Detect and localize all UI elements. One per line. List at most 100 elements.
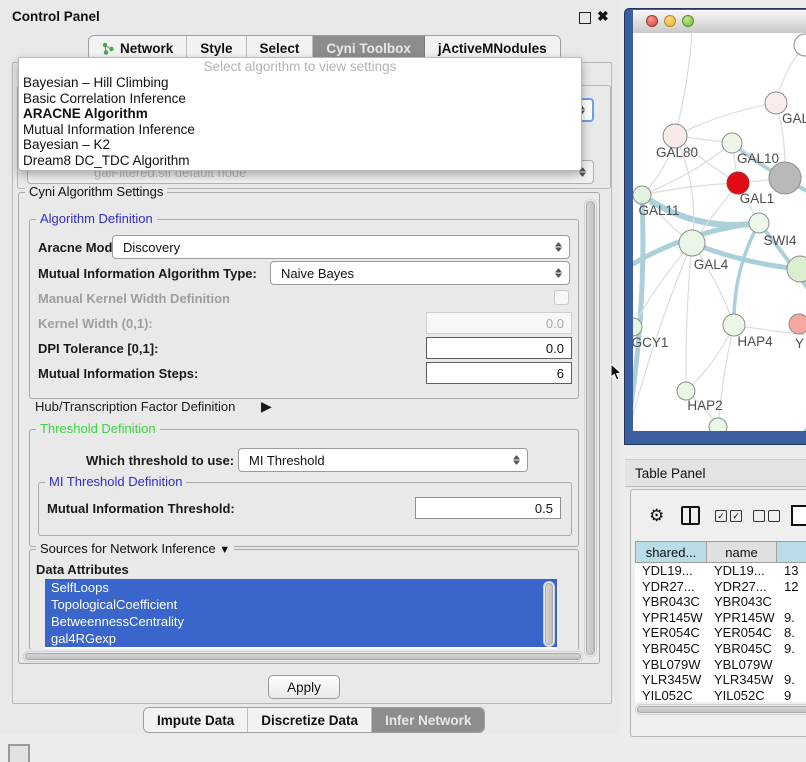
algorithm-option[interactable]: Basic Correlation Inference	[19, 91, 581, 107]
close-traffic-light[interactable]	[646, 15, 658, 27]
network-view-window: GALGAL80GAL10GAL1GAL11SWI4GAL4GCY1HAP4YH…	[624, 8, 806, 445]
manual-kernel-label: Manual Kernel Width Definition	[38, 291, 230, 306]
network-node-gal10[interactable]	[722, 133, 742, 153]
node-label: GAL1	[740, 191, 775, 206]
split-columns-icon[interactable]	[681, 506, 700, 525]
which-threshold-combobox[interactable]: MI Threshold	[238, 448, 528, 472]
dpi-tolerance-value: 0.0	[546, 341, 564, 356]
table-row[interactable]: YPR145WYPR145W9.	[635, 610, 806, 626]
dropdown-placeholder: Select algorithm to view settings	[19, 58, 581, 75]
attribute-item[interactable]: BetweennessCentrality	[45, 613, 557, 630]
mi-type-combobox[interactable]: Naive Bayes	[270, 261, 570, 285]
network-edge[interactable]	[675, 33, 693, 136]
network-window-titlebar[interactable]	[633, 10, 806, 34]
mi-type-label: Mutual Information Algorithm Type:	[38, 266, 257, 281]
network-edge[interactable]	[675, 103, 776, 136]
table-row[interactable]: YDL19...YDL19...13	[635, 563, 806, 579]
network-node-gal11[interactable]	[633, 186, 651, 204]
network-node-y[interactable]	[789, 314, 806, 334]
network-node-hap4[interactable]	[723, 314, 745, 336]
network-graph[interactable]: GALGAL80GAL10GAL1GAL11SWI4GAL4GCY1HAP4YH…	[633, 33, 806, 431]
dpi-tolerance-field[interactable]: 0.0	[426, 337, 572, 359]
table-row[interactable]: YBR045CYBR045C9.	[635, 641, 806, 657]
table-cell: 9	[777, 688, 806, 702]
network-node-swi4[interactable]	[749, 213, 769, 233]
table-cell: YBL079W	[707, 657, 777, 673]
network-edge[interactable]	[686, 243, 692, 391]
table-cell: YDL19...	[635, 563, 707, 579]
control-panel-title: Control Panel	[12, 9, 100, 24]
table-row[interactable]: YLR345WYLR345W9.	[635, 672, 806, 688]
table-column-headers[interactable]: shared...name	[635, 541, 806, 563]
network-edge[interactable]	[734, 223, 759, 325]
table-row[interactable]: YBL079WYBL079W	[635, 657, 806, 673]
mi-threshold-field[interactable]: 0.5	[415, 497, 561, 519]
table-row[interactable]: YIL052CYIL052C9	[635, 688, 806, 702]
network-node-gal4[interactable]	[679, 230, 705, 256]
algorithm-option[interactable]: Dream8 DC_TDC Algorithm	[19, 153, 581, 169]
network-canvas[interactable]: GALGAL80GAL10GAL1GAL11SWI4GAL4GCY1HAP4YH…	[633, 33, 806, 431]
apply-button[interactable]: Apply	[268, 675, 340, 699]
data-attributes-list[interactable]: SelfLoopsTopologicalCoefficientBetweenne…	[45, 579, 557, 649]
table-cell: 9.	[777, 610, 806, 626]
table-cell	[777, 594, 806, 610]
control-panel-titlebar[interactable]: Control Panel ✖	[0, 4, 620, 30]
table-panel-body: ⚙ ✓✓ shared...name YDL19...YDL19...13YDR…	[630, 489, 806, 737]
column-header[interactable]	[777, 541, 806, 563]
expand-right-icon[interactable]: ▶	[261, 398, 272, 415]
table-cell: YER054C	[707, 625, 777, 641]
settings-vertical-scrollbar[interactable]	[584, 199, 597, 657]
node-label: GAL	[782, 111, 806, 126]
network-edge[interactable]	[783, 403, 806, 431]
tab-label: Select	[260, 41, 300, 56]
table-row[interactable]: YBR043CYBR043C	[635, 594, 806, 610]
attributes-scrollbar[interactable]	[543, 581, 555, 647]
sources-title-text: Sources for Network Inference	[40, 541, 216, 556]
new-table-icon[interactable]	[791, 505, 806, 526]
column-header[interactable]: shared...	[635, 541, 707, 563]
collapse-down-icon[interactable]: ▼	[219, 544, 230, 556]
column-header[interactable]: name	[707, 541, 777, 563]
tab-label: Network	[120, 41, 173, 56]
table-horizontal-scrollbar[interactable]	[635, 704, 806, 715]
algorithm-definition-group: Algorithm Definition Aracne Mode: Discov…	[29, 219, 579, 399]
zoom-traffic-light[interactable]	[682, 15, 694, 27]
network-node[interactable]	[794, 34, 806, 56]
tab-infer-network[interactable]: Infer Network	[372, 708, 484, 732]
combo-arrows-icon	[555, 242, 562, 253]
network-node[interactable]	[709, 418, 727, 431]
manual-kernel-checkbox[interactable]	[554, 290, 569, 305]
combo-arrows-icon	[555, 268, 562, 279]
algorithm-option[interactable]: Bayesian – K2	[19, 137, 581, 153]
algorithm-option[interactable]: Mutual Information Inference	[19, 122, 581, 138]
select-all-columns-icon[interactable]: ✓✓	[715, 510, 742, 522]
float-window-icon[interactable]	[579, 12, 591, 24]
collapsed-panel-icon[interactable]	[8, 744, 30, 762]
node-label: GAL10	[737, 151, 779, 166]
settings-horizontal-scrollbar[interactable]	[23, 651, 583, 662]
network-node[interactable]	[769, 162, 801, 194]
table-cell: YDR27...	[635, 579, 707, 595]
attribute-item[interactable]: TopologicalCoefficient	[45, 596, 557, 613]
minimize-traffic-light[interactable]	[664, 15, 676, 27]
algorithm-option[interactable]: ARACNE Algorithm	[19, 106, 581, 122]
tab-discretize-data[interactable]: Discretize Data	[248, 708, 372, 732]
close-icon[interactable]: ✖	[597, 8, 609, 25]
mi-steps-field[interactable]: 6	[426, 362, 572, 384]
table-panel-header[interactable]: Table Panel	[625, 459, 806, 487]
tab-impute-data[interactable]: Impute Data	[144, 708, 248, 732]
table-row[interactable]: YDR27...YDR27...12	[635, 579, 806, 595]
aracne-mode-combobox[interactable]: Discovery	[112, 235, 570, 259]
table-row[interactable]: YER054CYER054C8.	[635, 625, 806, 641]
tab-label: jActiveMNodules	[438, 41, 547, 56]
attribute-item[interactable]: gal4RGexp	[45, 630, 557, 647]
dpi-tolerance-label: DPI Tolerance [0,1]:	[38, 341, 158, 356]
deselect-all-columns-icon[interactable]	[753, 510, 780, 522]
cyni-algorithm-settings-group: Cyni Algorithm Settings Algorithm Defini…	[18, 192, 600, 664]
algorithm-option[interactable]: Bayesian – Hill Climbing	[19, 75, 581, 91]
kernel-width-field[interactable]: 0.0	[426, 312, 572, 334]
attribute-item[interactable]: SelfLoops	[45, 579, 557, 596]
table-cell: YLR345W	[635, 672, 707, 688]
gear-icon[interactable]: ⚙	[649, 506, 664, 526]
table-cell: YBL079W	[635, 657, 707, 673]
